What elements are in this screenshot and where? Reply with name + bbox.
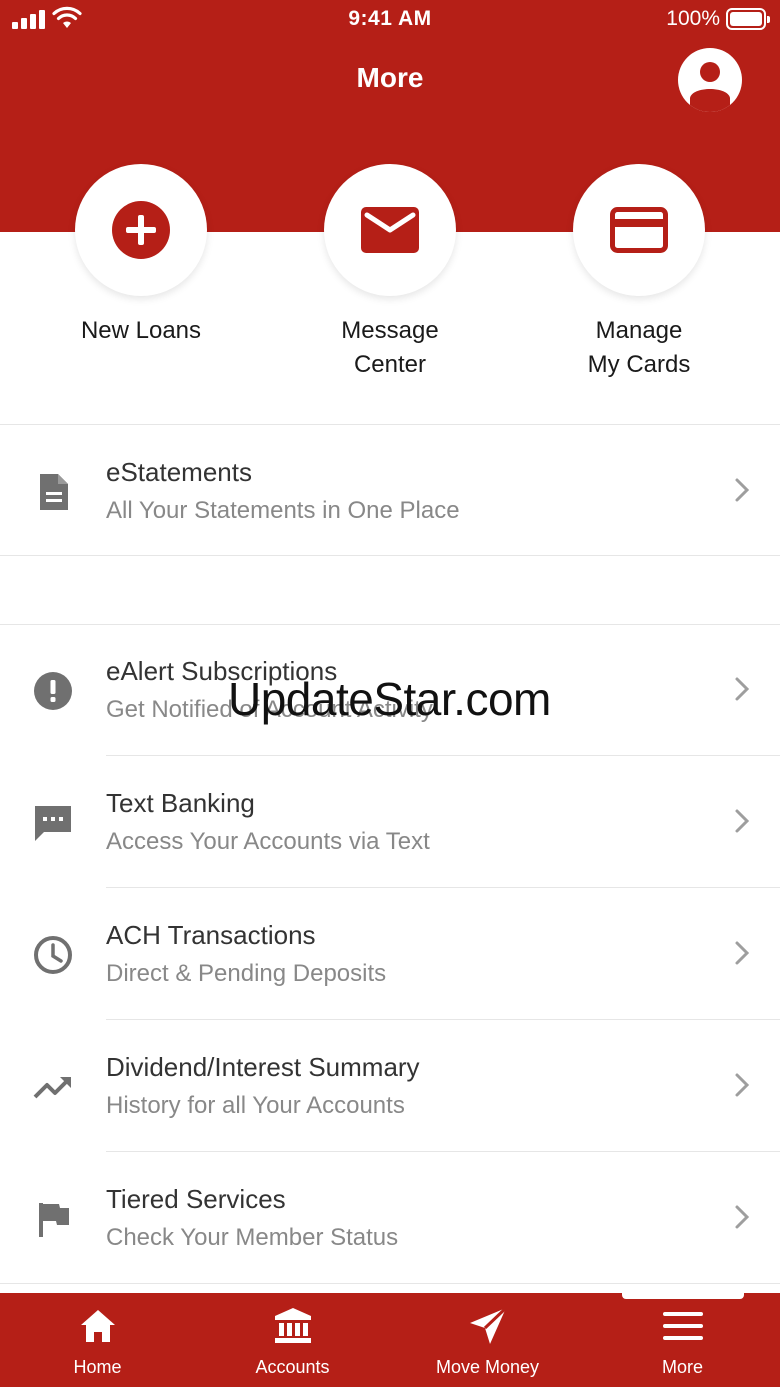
menu-item-ach-transactions[interactable]: ACH Transactions Direct & Pending Deposi…	[0, 888, 780, 1019]
send-icon	[469, 1306, 507, 1344]
chevron-right-icon	[735, 677, 750, 701]
bank-icon	[274, 1308, 311, 1343]
quick-action-new-loans[interactable]: New Loans	[31, 164, 251, 348]
battery-percent: 100%	[666, 7, 720, 30]
clock-icon	[34, 936, 72, 974]
menu-item-estatements[interactable]: eStatements All Your Statements in One P…	[0, 425, 780, 556]
quick-action-manage-cards[interactable]: Manage My Cards	[529, 164, 749, 382]
credit-card-icon	[610, 207, 668, 253]
status-time: 9:41 AM	[348, 7, 432, 30]
alert-icon	[34, 672, 72, 710]
profile-button[interactable]	[678, 48, 742, 112]
trending-up-icon	[33, 1077, 71, 1099]
battery-icon	[726, 8, 770, 30]
tab-label: Home	[73, 1357, 122, 1377]
tab-label: Accounts	[255, 1357, 330, 1377]
active-tab-indicator	[622, 1291, 744, 1299]
chevron-right-icon	[735, 941, 750, 965]
menu-item-title: Tiered Services	[106, 1184, 286, 1214]
home-icon	[80, 1310, 115, 1342]
menu-item-subtitle: Access Your Accounts via Text	[106, 828, 430, 855]
menu-item-subtitle: Check Your Member Status	[106, 1224, 399, 1251]
document-icon	[40, 474, 68, 510]
user-icon	[690, 62, 730, 112]
menu-item-title: Dividend/Interest Summary	[106, 1052, 420, 1082]
menu-item-subtitle: History for all Your Accounts	[106, 1092, 405, 1119]
status-bar: 9:41 AM 100%	[0, 0, 780, 40]
menu-item-title: eStatements	[106, 457, 252, 487]
quick-action-label: New Loans	[80, 317, 202, 344]
quick-action-message-center[interactable]: Message Center	[280, 164, 500, 382]
menu-item-title: Text Banking	[106, 788, 255, 818]
watermark: UpdateStar.com	[228, 673, 551, 725]
tab-home[interactable]: Home	[0, 1306, 195, 1378]
chevron-right-icon	[735, 809, 750, 833]
chevron-right-icon	[735, 1205, 750, 1229]
flag-icon	[39, 1203, 69, 1237]
chat-icon	[35, 806, 71, 841]
menu-item-text-banking[interactable]: Text Banking Access Your Accounts via Te…	[0, 756, 780, 887]
quick-action-label: Manage My Cards	[587, 317, 691, 378]
menu-item-title: ACH Transactions	[106, 920, 316, 950]
menu-item-dividend-summary[interactable]: Dividend/Interest Summary History for al…	[0, 1020, 780, 1151]
page-title: More	[356, 62, 424, 93]
tab-label: Move Money	[435, 1357, 540, 1377]
menu-item-subtitle: Direct & Pending Deposits	[106, 960, 387, 987]
chevron-right-icon	[735, 478, 750, 502]
quick-action-label: Message Center	[341, 317, 439, 378]
tab-more[interactable]: More	[585, 1306, 780, 1378]
divider	[0, 1283, 780, 1284]
menu-item-tiered-services[interactable]: Tiered Services Check Your Member Status	[0, 1152, 780, 1283]
menu-icon	[662, 1312, 703, 1340]
chevron-right-icon	[735, 1073, 750, 1097]
plus-circle-icon	[112, 201, 170, 259]
menu-item-subtitle: All Your Statements in One Place	[106, 497, 460, 524]
tab-label: More	[661, 1357, 703, 1377]
envelope-icon	[361, 207, 419, 253]
tab-move-money[interactable]: Move Money	[390, 1306, 585, 1378]
section-gap	[0, 556, 780, 624]
tab-accounts[interactable]: Accounts	[195, 1306, 390, 1378]
